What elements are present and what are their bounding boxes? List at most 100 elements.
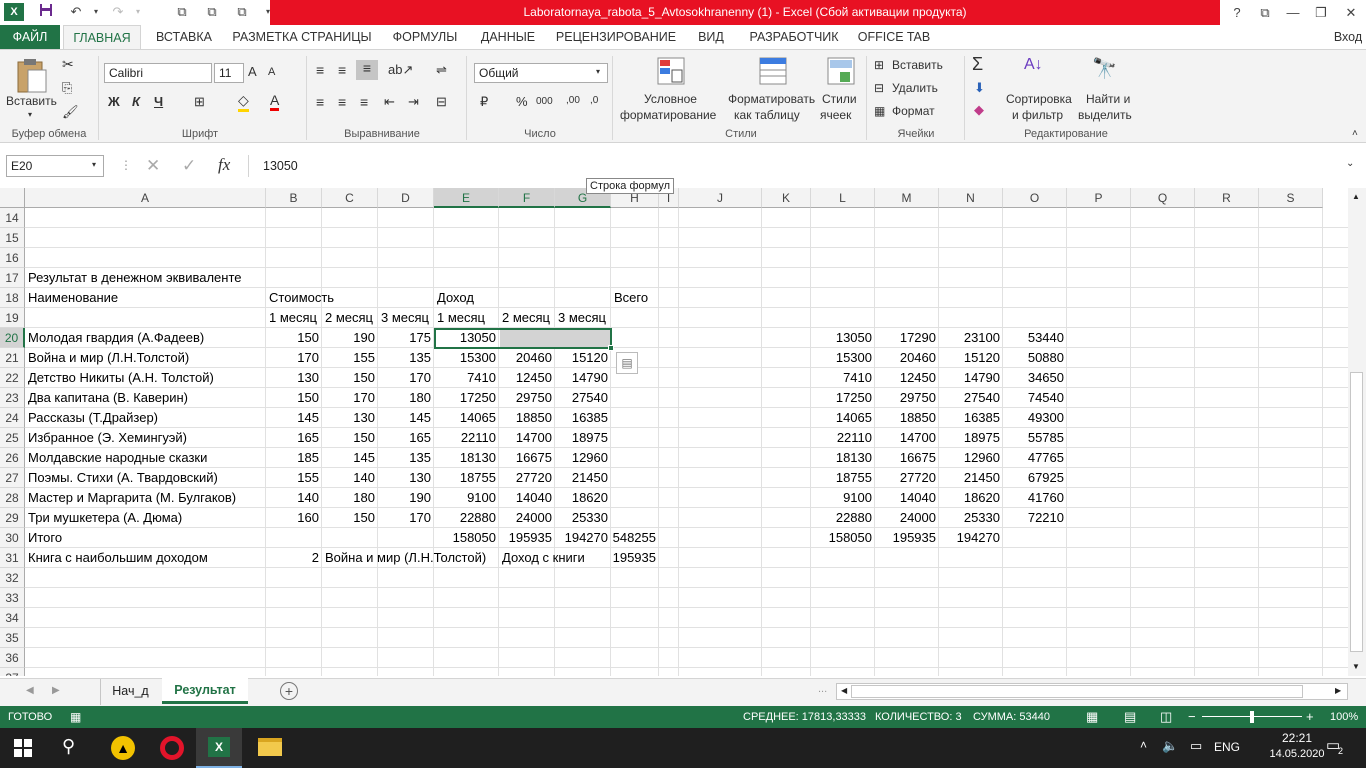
cell-b29[interactable]: 160	[266, 508, 321, 528]
cell-b25[interactable]: 165	[266, 428, 321, 448]
cell-d19[interactable]: 3 месяц	[381, 308, 429, 328]
cell-n26[interactable]: 12960	[939, 448, 1002, 468]
cell-d23[interactable]: 180	[378, 388, 433, 408]
row-header-23[interactable]: 23	[0, 388, 25, 408]
font-size-box[interactable]: 11	[214, 63, 244, 83]
cell-a25[interactable]: Избранное (Э. Хемингуэй)	[28, 428, 187, 448]
cell-c28[interactable]: 180	[322, 488, 377, 508]
cell-o24[interactable]: 49300	[1003, 408, 1066, 428]
bold-button[interactable]: Ж	[108, 94, 120, 109]
paste-dropdown-icon[interactable]: ▾	[28, 110, 32, 119]
row-header-36[interactable]: 36	[0, 648, 25, 668]
cell-f23[interactable]: 29750	[499, 388, 554, 408]
align-middle-icon[interactable]: ≡	[338, 62, 346, 78]
cell-a21[interactable]: Война и мир (Л.Н.Толстой)	[28, 348, 189, 368]
autosum-icon[interactable]: Σ	[972, 54, 983, 75]
cell-l25[interactable]: 22110	[811, 428, 874, 448]
row-header-15[interactable]: 15	[0, 228, 25, 248]
find-select-label-2[interactable]: выделить	[1078, 108, 1132, 122]
cell-l20[interactable]: 13050	[811, 328, 874, 348]
file-explorer-icon[interactable]	[258, 738, 282, 756]
network-icon[interactable]: ▭	[1190, 738, 1202, 754]
show-hidden-icons[interactable]: ˄	[1140, 738, 1147, 752]
align-right-icon[interactable]: ≡	[360, 94, 368, 110]
conditional-format-label-2[interactable]: форматирование	[620, 108, 716, 122]
cell-b23[interactable]: 150	[266, 388, 321, 408]
paste-button[interactable]: Вставить	[6, 94, 57, 108]
close-button[interactable]: ✕	[1336, 0, 1366, 25]
cell-e24[interactable]: 14065	[434, 408, 498, 428]
cell-d25[interactable]: 165	[378, 428, 433, 448]
cell-styles-label[interactable]: Стили	[822, 92, 857, 106]
find-select-icon[interactable]: 🔭	[1092, 56, 1117, 81]
cell-m27[interactable]: 27720	[875, 468, 938, 488]
align-top-icon[interactable]: ≡	[316, 62, 324, 78]
cell-b26[interactable]: 185	[266, 448, 321, 468]
cell-e26[interactable]: 18130	[434, 448, 498, 468]
cell-f30[interactable]: 195935	[499, 528, 554, 548]
borders-icon[interactable]: ⊞	[194, 94, 205, 110]
wrap-text-icon[interactable]: ⇌	[436, 62, 447, 78]
sort-filter-icon[interactable]: A↓	[1024, 56, 1043, 74]
cell-f28[interactable]: 14040	[499, 488, 554, 508]
undo-icon[interactable]: ↶	[66, 3, 86, 21]
cell-o22[interactable]: 34650	[1003, 368, 1066, 388]
row-header-16[interactable]: 16	[0, 248, 25, 268]
column-header-r[interactable]: R	[1195, 188, 1259, 208]
cell-d21[interactable]: 135	[378, 348, 433, 368]
help-button[interactable]: ?	[1222, 0, 1252, 25]
cell-f25[interactable]: 14700	[499, 428, 554, 448]
cell-l26[interactable]: 18130	[811, 448, 874, 468]
cell-d22[interactable]: 170	[378, 368, 433, 388]
vertical-scrollbar[interactable]: ▲ ▼	[1348, 188, 1366, 676]
number-format-box[interactable]: Общий	[474, 63, 608, 83]
tab-review[interactable]: РЕЦЕНЗИРОВАНИЕ	[552, 25, 680, 50]
fill-color-icon[interactable]: ◇	[238, 92, 249, 112]
cell-c22[interactable]: 150	[322, 368, 377, 388]
row-header-29[interactable]: 29	[0, 508, 25, 528]
row-header-32[interactable]: 32	[0, 568, 25, 588]
thousands-button[interactable]: 000	[536, 96, 553, 107]
tab-formulas[interactable]: ФОРМУЛЫ	[384, 25, 466, 50]
cell-f24[interactable]: 18850	[499, 408, 554, 428]
row-header-27[interactable]: 27	[0, 468, 25, 488]
conditional-format-icon[interactable]	[656, 56, 686, 86]
cell-d24[interactable]: 145	[378, 408, 433, 428]
name-box-dropdown-icon[interactable]: ▾	[92, 160, 96, 169]
cell-b31[interactable]: 2	[266, 548, 321, 568]
format-as-table-label[interactable]: Форматировать	[728, 92, 815, 106]
cell-e23[interactable]: 17250	[434, 388, 498, 408]
cell-a24[interactable]: Рассказы (Т.Драйзер)	[28, 408, 158, 428]
cell-a27[interactable]: Поэмы. Стихи (А. Твардовский)	[28, 468, 218, 488]
increase-decimal-icon[interactable]: ,00	[566, 95, 580, 106]
next-sheet-icon[interactable]: ▶	[52, 685, 60, 696]
cell-m25[interactable]: 14700	[875, 428, 938, 448]
cell-f22[interactable]: 12450	[499, 368, 554, 388]
cell-a29[interactable]: Три мушкетера (А. Дюма)	[28, 508, 182, 528]
tab-home[interactable]: ГЛАВНАЯ	[63, 25, 141, 50]
cell-g28[interactable]: 18620	[555, 488, 610, 508]
row-header-21[interactable]: 21	[0, 348, 25, 368]
minimize-button[interactable]: —	[1278, 0, 1308, 25]
cell-g25[interactable]: 18975	[555, 428, 610, 448]
cell-h30[interactable]: 548255	[611, 528, 658, 548]
cell-l27[interactable]: 18755	[811, 468, 874, 488]
cell-a23[interactable]: Два капитана (В. Каверин)	[28, 388, 188, 408]
more-tabs-icon[interactable]: ...	[818, 683, 827, 695]
cell-n24[interactable]: 16385	[939, 408, 1002, 428]
column-header-a[interactable]: A	[25, 188, 266, 208]
scroll-left-icon[interactable]: ◀	[841, 686, 847, 695]
tab-page-layout[interactable]: РАЗМЕТКА СТРАНИЦЫ	[228, 25, 376, 50]
cell-n28[interactable]: 18620	[939, 488, 1002, 508]
zoom-out-button[interactable]: −	[1188, 706, 1196, 728]
cell-f19[interactable]: 2 месяц	[502, 308, 550, 328]
cell-m21[interactable]: 20460	[875, 348, 938, 368]
insert-function-button[interactable]: fx	[218, 155, 230, 175]
prev-sheet-icon[interactable]: ◀	[26, 685, 34, 696]
row-header-17[interactable]: 17	[0, 268, 25, 288]
fill-handle[interactable]	[608, 345, 614, 351]
cell-g26[interactable]: 12960	[555, 448, 610, 468]
cell-f26[interactable]: 16675	[499, 448, 554, 468]
cell-b22[interactable]: 130	[266, 368, 321, 388]
tab-office-tab[interactable]: OFFICE TAB	[856, 25, 932, 50]
